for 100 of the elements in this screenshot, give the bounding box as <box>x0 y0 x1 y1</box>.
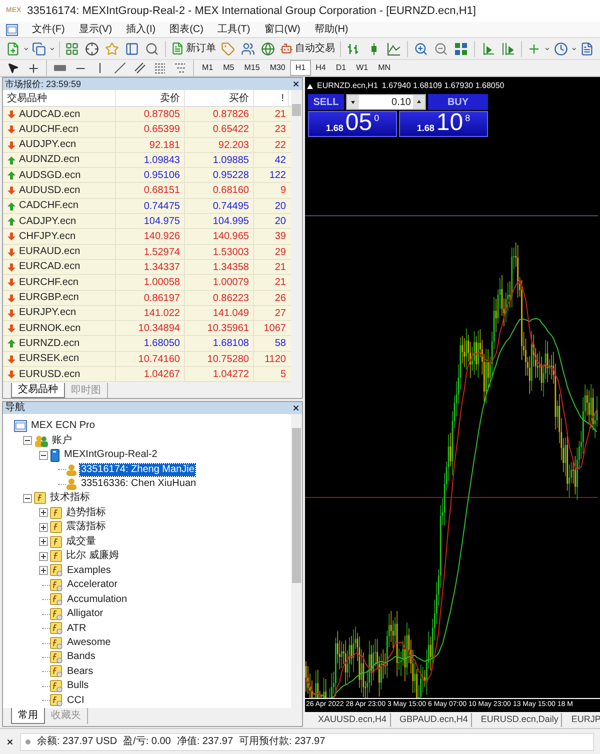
tree-item[interactable]: Bears <box>66 666 94 678</box>
tree-item[interactable]: MEX ECN Pro <box>30 420 96 432</box>
increase-icon[interactable] <box>413 95 425 109</box>
collapse-icon[interactable] <box>23 436 32 446</box>
tree-item[interactable]: Bulls <box>66 680 90 692</box>
tree-item[interactable]: 成交量 <box>65 536 97 548</box>
menu-item[interactable]: 工具(T) <box>217 24 250 36</box>
tree-item[interactable]: Accumulation <box>66 594 128 606</box>
lot-value: 0.10 <box>390 96 412 110</box>
tree-item[interactable]: Alligator <box>66 608 104 620</box>
spread-cell-text: 1067 <box>262 322 287 336</box>
function-folder-icon <box>34 492 46 504</box>
timeframe-button[interactable]: H4 <box>310 60 331 76</box>
panel-title: 市场报价: 23:59:59 <box>5 79 82 89</box>
tree-item[interactable]: 33516174: Zheng ManJie <box>80 464 196 476</box>
collapse-icon[interactable] <box>23 494 32 503</box>
spread-cell-text: 1120 <box>263 352 287 367</box>
decrease-icon[interactable] <box>347 95 359 109</box>
indicator-icon <box>50 694 63 708</box>
spread-cell-text: 26 <box>274 292 287 306</box>
status-text: 余额: 237.97 USD <box>37 734 118 749</box>
panel-tab[interactable]: 交易品种 <box>11 383 65 398</box>
indicator-icon <box>50 608 63 621</box>
price-suffix: 0 <box>374 113 380 123</box>
symbol-cell: EURGBP.ecn <box>19 292 79 304</box>
buy-button[interactable]: BUY <box>428 94 488 110</box>
panel-title: 导航 <box>5 403 25 413</box>
sell-button[interactable]: SELL <box>308 94 344 110</box>
auto-trading-button[interactable]: 自动交易 <box>278 38 338 58</box>
chart-symbol: EURNZD.ecn,H1 <box>317 80 378 92</box>
function-folder-icon <box>50 536 62 548</box>
timeframe-button[interactable]: M15 <box>239 60 265 76</box>
spread-cell-text: 39 <box>274 230 287 244</box>
menu-item[interactable]: 显示(V) <box>78 24 112 36</box>
close-icon[interactable] <box>292 404 300 412</box>
status-text: 净值: 237.97 <box>176 735 234 749</box>
chart-tab[interactable]: EURUSD.ecn,Daily <box>478 713 562 727</box>
price-main: 10 <box>436 112 464 134</box>
ask-cell: 0.65422 <box>185 122 254 138</box>
symbol-cell: EURAUD.ecn <box>19 246 80 258</box>
ask-cell: 1.00079 <box>185 275 254 290</box>
tree-item[interactable]: ATR <box>66 622 88 635</box>
tree-item[interactable]: CCI <box>66 694 86 707</box>
timeframe-button[interactable]: D1 <box>330 60 352 76</box>
timeframe-button[interactable]: MN <box>373 60 396 76</box>
tree-item[interactable]: 33516336: Chen XiuHuan <box>80 478 198 490</box>
tree-item[interactable]: 震荡指标 <box>65 521 107 534</box>
close-icon[interactable] <box>292 80 300 88</box>
menu-item[interactable]: 文件(F) <box>32 24 65 36</box>
ask-cell: 140.965 <box>185 229 254 244</box>
app-menu-icon[interactable] <box>6 24 18 36</box>
timeframe-button[interactable]: H1 <box>290 60 311 76</box>
collapse-icon[interactable] <box>39 450 48 460</box>
indicator-icon <box>50 680 63 693</box>
timeframe-button[interactable]: M1 <box>197 60 218 76</box>
close-icon[interactable] <box>6 738 14 746</box>
spread-cell-text: 9 <box>279 184 287 198</box>
tree-item[interactable]: 账户 <box>51 434 73 447</box>
tree-item[interactable]: Bands <box>66 651 96 664</box>
tree-item[interactable]: 技术指标 <box>49 492 91 504</box>
terminal-icon <box>14 420 27 432</box>
tree-item[interactable]: Awesome <box>66 637 112 650</box>
tree-item[interactable]: 趋势指标 <box>65 506 107 519</box>
menu-item[interactable]: 窗口(W) <box>264 24 300 36</box>
timeframe-button[interactable]: W1 <box>351 60 374 76</box>
chart-tab[interactable]: XAUUSD.ecn,H4 <box>315 713 391 727</box>
menu-item[interactable]: 图表(C) <box>170 24 204 36</box>
panel-tab[interactable]: 常用 <box>11 708 45 724</box>
up-arrow-icon <box>7 339 16 348</box>
expand-icon[interactable] <box>39 508 48 518</box>
symbol-cell: AUDJPY.ecn <box>19 139 76 152</box>
spread-cell-text: 22 <box>274 138 287 153</box>
down-arrow-icon <box>7 186 16 196</box>
scrollbar[interactable] <box>291 90 302 382</box>
symbol-cell: AUDNZD.ecn <box>19 154 80 166</box>
menu-item[interactable]: 插入(I) <box>126 24 156 36</box>
expand-icon[interactable] <box>39 522 48 532</box>
status-dot-icon <box>25 738 31 744</box>
menu-item[interactable]: 帮助(H) <box>314 24 348 36</box>
expand-icon[interactable] <box>39 537 48 546</box>
chart-tab[interactable]: GBPAUD.ecn,H4 <box>396 713 472 727</box>
tree-item[interactable]: Examples <box>66 564 112 577</box>
timeframe-button[interactable]: M30 <box>264 60 290 76</box>
lot-size-field[interactable]: 0.10 <box>346 94 426 110</box>
scrollbar[interactable] <box>291 414 302 708</box>
function-folder-icon <box>50 550 62 562</box>
symbol-cell: EURSEK.ecn <box>19 353 80 366</box>
timeframe-button[interactable]: M5 <box>218 60 240 76</box>
new-order-button[interactable]: 新订单 <box>169 38 218 58</box>
triangle-icon[interactable] <box>307 84 313 88</box>
expand-icon[interactable] <box>39 552 48 561</box>
expand-icon[interactable] <box>39 566 48 576</box>
price-suffix: 8 <box>465 113 470 123</box>
tree-item[interactable]: MEXIntGroup-Real-2 <box>63 449 158 462</box>
tree-item[interactable]: Accelerator <box>66 579 119 592</box>
spread-cell-text: 5 <box>279 368 287 382</box>
symbol-cell: AUDCAD.ecn <box>19 108 80 120</box>
spread-cell-text: 20 <box>274 215 287 230</box>
document-icon <box>171 42 184 55</box>
tree-item[interactable]: 比尔 威廉姆 <box>65 550 120 562</box>
